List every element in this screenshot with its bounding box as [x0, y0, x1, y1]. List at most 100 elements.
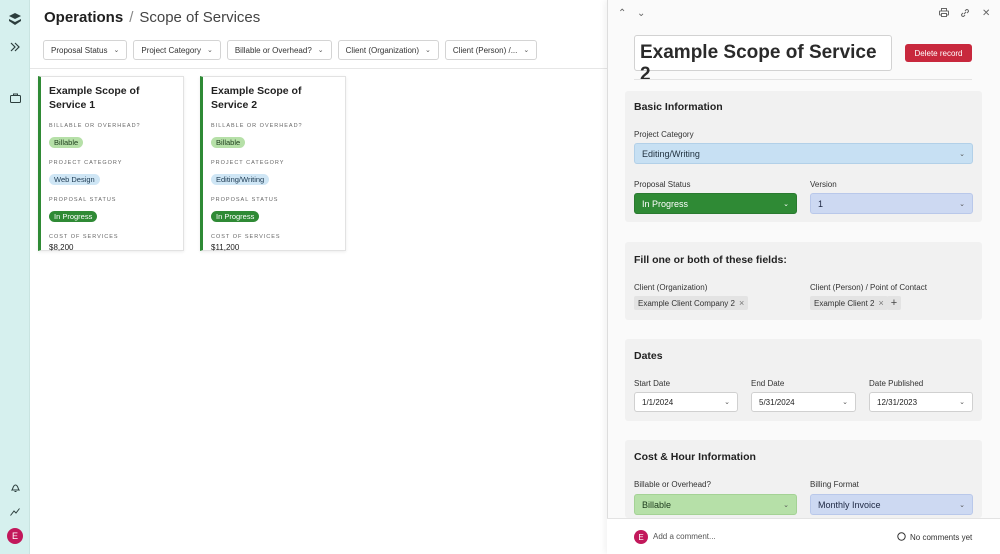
billable-overhead-select[interactable]: Billable ⌄	[634, 494, 797, 515]
user-avatar[interactable]: E	[7, 528, 23, 544]
project-category-select[interactable]: Editing/Writing ⌄	[634, 143, 973, 164]
record-card[interactable]: Example Scope of Service 2 BILLABLE OR O…	[200, 76, 346, 252]
filter-proposal-status[interactable]: Proposal Status ⌄	[43, 40, 128, 60]
card-field-label: PROPOSAL STATUS	[49, 197, 117, 203]
card-title: Example Scope of Service 1	[49, 85, 140, 111]
delete-record-button[interactable]: Delete record	[905, 44, 972, 62]
record-card[interactable]: Example Scope of Service 1 BILLABLE OR O…	[38, 76, 184, 252]
field-label: Billable or Overhead?	[634, 480, 711, 489]
field-label: Date Published	[869, 379, 924, 388]
record-title-input[interactable]: Example Scope of Service 2	[634, 35, 892, 85]
section-heading: Dates	[634, 350, 663, 362]
billable-pill: Billable	[211, 137, 246, 148]
billable-pill: Billable	[49, 137, 84, 148]
tag-label: Example Client Company 2	[638, 298, 735, 308]
chevron-down-icon: ⌄	[959, 200, 965, 208]
date-value: 1/1/2024	[642, 397, 674, 407]
filter-label: Client (Organization)	[345, 45, 420, 55]
left-rail: E	[0, 0, 30, 554]
title-divider	[634, 79, 972, 80]
select-value: 1	[818, 198, 824, 209]
close-icon[interactable]: ✕	[982, 8, 990, 19]
app-logo-icon[interactable]	[7, 11, 23, 27]
field-label: Client (Organization)	[634, 283, 708, 292]
chevron-down-icon: ⌄	[206, 47, 213, 54]
filter-label: Billable or Overhead?	[234, 45, 312, 55]
client-person-tag[interactable]: Example Client 2 ×	[810, 296, 888, 310]
field-label: Proposal Status	[634, 180, 691, 189]
chevron-down-icon: ⌄	[317, 47, 324, 54]
chevron-down-icon: ⌄	[783, 200, 789, 208]
client-organization-tag[interactable]: Example Client Company 2 ×	[634, 296, 749, 310]
select-value: In Progress	[642, 198, 689, 209]
chevron-down-icon[interactable]: ⌄	[637, 8, 645, 19]
comment-input[interactable]: Add a comment...	[653, 532, 716, 541]
comments-status[interactable]: No comments yet	[897, 532, 972, 543]
chevron-down-icon: ⌄	[523, 47, 530, 54]
breadcrumb-section[interactable]: Operations	[44, 9, 123, 26]
breadcrumb: Operations / Scope of Services	[44, 9, 260, 26]
field-label: End Date	[751, 379, 785, 388]
select-value: Editing/Writing	[642, 148, 700, 159]
filter-client-organization[interactable]: Client (Organization) ⌄	[337, 40, 439, 60]
card-field-label: BILLABLE OR OVERHEAD?	[211, 123, 303, 129]
end-date-picker[interactable]: 5/31/2024 ⌄	[751, 392, 856, 412]
print-icon[interactable]	[939, 8, 949, 20]
version-select[interactable]: 1 ⌄	[810, 193, 973, 214]
date-value: 5/31/2024	[759, 397, 795, 407]
field-label: Project Category	[634, 130, 694, 139]
card-field-label: PROJECT CATEGORY	[211, 160, 285, 166]
breadcrumb-separator: /	[129, 9, 134, 26]
filter-label: Client (Person) /...	[452, 45, 518, 55]
filter-client-person[interactable]: Client (Person) /... ⌄	[444, 40, 538, 60]
status-pill: In Progress	[211, 211, 260, 222]
chart-icon[interactable]	[7, 503, 23, 519]
card-field-label: BILLABLE OR OVERHEAD?	[49, 123, 141, 129]
comment-avatar: E	[634, 530, 648, 544]
select-value: Billable	[642, 499, 672, 510]
date-value: 12/31/2023	[877, 397, 918, 407]
filter-label: Proposal Status	[51, 45, 108, 55]
section-heading: Cost & Hour Information	[634, 451, 756, 463]
remove-icon[interactable]: ×	[878, 298, 883, 308]
bell-icon[interactable]	[7, 480, 23, 496]
tag-label: Example Client 2	[814, 298, 875, 308]
billing-format-select[interactable]: Monthly Invoice ⌄	[810, 494, 973, 515]
card-field-label: COST OF SERVICES	[211, 234, 281, 240]
briefcase-icon[interactable]	[7, 90, 23, 106]
add-client-person-button[interactable]: +	[887, 296, 901, 310]
filter-project-category[interactable]: Project Category ⌄	[133, 40, 221, 60]
chevron-up-icon[interactable]: ⌃	[618, 8, 626, 19]
chevron-down-icon: ⌄	[959, 501, 965, 509]
filter-bar: Proposal Status ⌄ Project Category ⌄ Billa…	[43, 40, 538, 60]
chevron-down-icon: ⌄	[783, 501, 789, 509]
select-value: Monthly Invoice	[818, 499, 881, 510]
comments-status-label: No comments yet	[910, 533, 973, 542]
start-date-picker[interactable]: 1/1/2024 ⌄	[634, 392, 738, 412]
date-published-picker[interactable]: 12/31/2023 ⌄	[869, 392, 973, 412]
comment-bubble-icon	[897, 532, 906, 543]
card-title: Example Scope of Service 2	[211, 85, 302, 111]
link-icon[interactable]	[960, 8, 970, 21]
chevron-down-icon: ⌄	[724, 399, 730, 406]
remove-icon[interactable]: ×	[739, 298, 744, 308]
expand-sidebar-icon[interactable]	[7, 39, 23, 55]
filter-billable-overhead[interactable]: Billable or Overhead? ⌄	[226, 40, 332, 60]
cost-value: $11,200	[211, 243, 240, 252]
card-field-label: COST OF SERVICES	[49, 234, 119, 240]
field-label: Start Date	[634, 379, 671, 388]
cost-value: $8,200	[49, 243, 74, 252]
section-heading: Fill one or both of these fields:	[634, 254, 787, 266]
field-label: Version	[810, 180, 837, 189]
section-heading: Basic Information	[634, 101, 723, 113]
chevron-down-icon: ⌄	[842, 399, 848, 406]
filter-label: Project Category	[141, 45, 201, 55]
page-title: Scope of Services	[139, 9, 261, 26]
category-pill: Web Design	[49, 174, 100, 185]
card-field-label: PROPOSAL STATUS	[211, 197, 279, 203]
chevron-down-icon: ⌄	[425, 47, 431, 54]
proposal-status-select[interactable]: In Progress ⌄	[634, 193, 797, 214]
header-divider	[30, 68, 607, 69]
chevron-down-icon: ⌄	[959, 150, 965, 158]
chevron-down-icon: ⌄	[959, 399, 965, 406]
